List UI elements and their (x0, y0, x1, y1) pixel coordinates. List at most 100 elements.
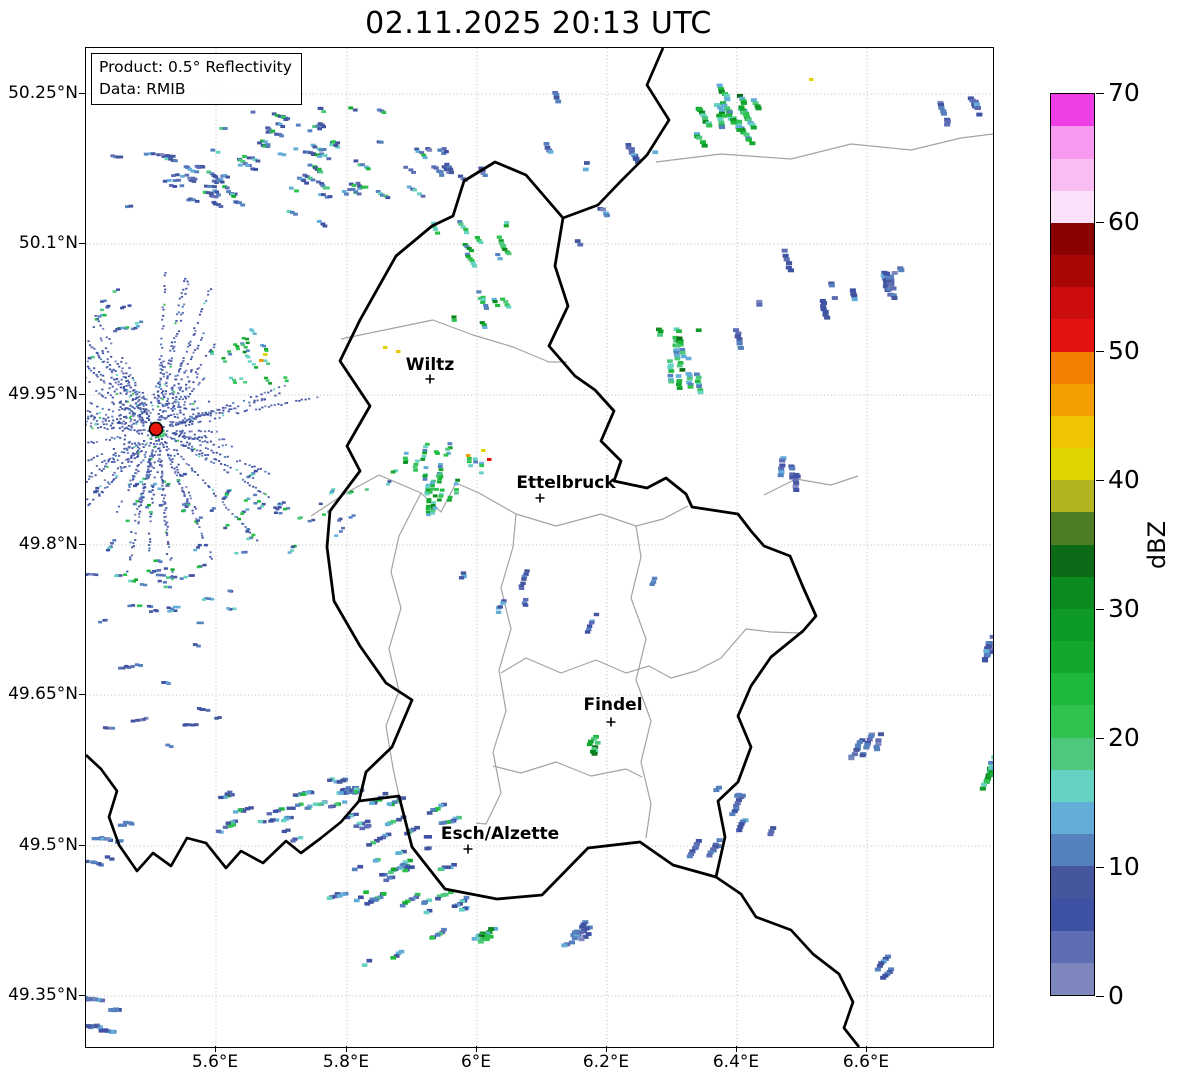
clutter-cell (112, 474, 115, 476)
echo-cell (297, 517, 302, 520)
echo-cell (159, 153, 165, 157)
clutter-cell (171, 432, 174, 435)
echo-cell (506, 252, 512, 256)
echo-cell (275, 507, 280, 511)
echo-cell (451, 315, 457, 319)
clutter-cell (181, 429, 184, 432)
clutter-cell (120, 451, 123, 453)
clutter-cell (108, 439, 111, 441)
clutter-cell (248, 475, 251, 477)
lon-tick-label: 6.6°E (842, 1052, 890, 1072)
clutter-cell (188, 386, 191, 389)
district-border (655, 133, 993, 163)
clutter-cell (157, 402, 160, 404)
district-border (492, 761, 643, 778)
clutter-cell (132, 476, 135, 479)
echo-cell (225, 524, 230, 527)
clutter-cell (242, 523, 245, 525)
clutter-cell (101, 350, 104, 352)
echo-cell (793, 481, 800, 486)
clutter-cell (146, 413, 149, 416)
colorbar-segment-17 (1051, 415, 1094, 449)
clutter-cell (160, 391, 163, 394)
echo-cell (220, 180, 225, 184)
clutter-cell (162, 393, 165, 396)
echo-cell (482, 325, 488, 329)
clutter-cell (263, 398, 266, 401)
clutter-cell (135, 468, 138, 471)
clutter-cell (160, 337, 163, 340)
clutter-cell (108, 338, 111, 340)
clutter-cell (277, 403, 280, 406)
echo-cell (403, 456, 408, 460)
echo-cell (232, 607, 237, 611)
echo-cell (447, 498, 452, 502)
echo-cell (165, 484, 170, 487)
echo-strong-cell (809, 78, 814, 81)
colorbar-axis-label: dBZ (1143, 520, 1171, 570)
lon-tick-label: 5.6°E (191, 1052, 239, 1072)
echo-cell (132, 502, 137, 506)
clutter-cell (204, 454, 207, 456)
clutter-cell (126, 570, 129, 573)
echo-cell (479, 464, 485, 468)
echo-cell (218, 205, 224, 208)
echo-cell (477, 939, 484, 944)
clutter-cell (264, 493, 267, 496)
clutter-cell (130, 554, 134, 557)
clutter-cell (193, 333, 196, 335)
clutter-cell (132, 478, 135, 481)
clutter-cell (201, 535, 204, 537)
echo-cell (438, 170, 444, 174)
clutter-cell (219, 453, 222, 456)
clutter-cell (106, 361, 109, 364)
echo-cell (466, 457, 472, 460)
echo-cell (257, 507, 262, 510)
echo-cell (270, 129, 276, 133)
clutter-cell (149, 442, 152, 444)
clutter-cell (121, 429, 124, 432)
echo-cell (447, 495, 453, 499)
clutter-cell (196, 474, 200, 476)
clutter-cell (100, 490, 103, 493)
clutter-cell (204, 482, 207, 485)
echo-cell (706, 123, 713, 128)
clutter-cell (128, 367, 131, 369)
echo-cell (114, 574, 119, 578)
district-border (385, 492, 422, 797)
echo-cell (322, 224, 328, 228)
echo-cell (162, 581, 167, 584)
clutter-cell (145, 473, 148, 476)
echo-cell (432, 494, 438, 498)
clutter-cell (128, 484, 131, 487)
echo-cell (188, 574, 193, 577)
echo-cell (155, 573, 160, 577)
echo-cell (210, 148, 216, 152)
lon-tick-mark (346, 1046, 347, 1052)
colorbar-segment-8 (1051, 705, 1094, 738)
clutter-cell (164, 390, 168, 392)
clutter-cell (186, 280, 189, 283)
echo-cell (171, 154, 176, 158)
clutter-cell (171, 458, 174, 460)
echo-cell (281, 153, 287, 157)
colorbar-tick-mark (1096, 996, 1104, 997)
clutter-cell (172, 393, 175, 396)
colorbar-tick-label: 70 (1108, 77, 1140, 107)
clutter-cell (156, 405, 160, 408)
echo-cell (286, 806, 292, 810)
clutter-cell (94, 423, 97, 426)
echo-cell (151, 152, 156, 156)
clutter-cell (249, 396, 252, 398)
clutter-cell (255, 395, 258, 398)
clutter-cell (103, 479, 106, 482)
echo-cell (351, 867, 358, 872)
clutter-cell (201, 454, 204, 457)
echo-cell (674, 344, 681, 348)
clutter-cell (95, 373, 98, 376)
clutter-cell (200, 308, 204, 310)
clutter-cell (145, 398, 148, 401)
echo-cell (293, 212, 298, 216)
clutter-cell (137, 414, 140, 417)
echo-cell (266, 362, 271, 365)
